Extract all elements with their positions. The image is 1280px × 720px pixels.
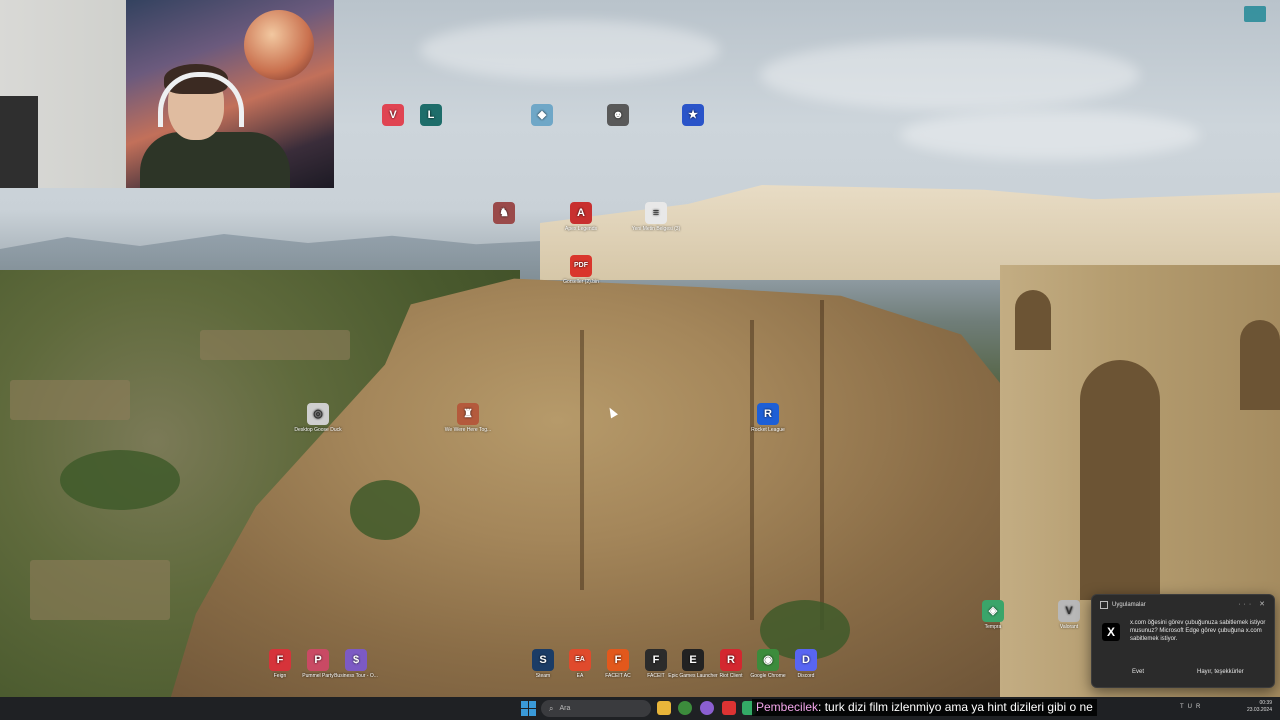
pdf-icon: PDF bbox=[570, 255, 592, 277]
app-taskbar-icon[interactable] bbox=[700, 701, 714, 715]
desktop-icon-label: Rocket League bbox=[751, 427, 785, 433]
goose-icon: ◎ bbox=[307, 403, 329, 425]
faceit-ac-icon: F bbox=[607, 649, 629, 671]
feign-icon: F bbox=[269, 649, 291, 671]
desktop-icon-label: Apex Legends bbox=[565, 226, 597, 232]
app6-icon: ♞ bbox=[493, 202, 515, 224]
valorant2-icon: V bbox=[1058, 600, 1080, 622]
cliff-crack bbox=[750, 320, 754, 620]
desktop-icon-app6[interactable]: ♞ bbox=[476, 202, 532, 226]
riot-taskbar-icon[interactable] bbox=[722, 701, 736, 715]
epic-icon: E bbox=[682, 649, 704, 671]
file-explorer-icon[interactable] bbox=[657, 701, 671, 715]
corner-app-icon[interactable] bbox=[1244, 6, 1266, 22]
desktop-icon-label: Discord bbox=[797, 673, 815, 679]
app3-icon: ◆ bbox=[531, 104, 553, 126]
desktop-icon-wethere[interactable]: ♜ We Were Here Tog... bbox=[440, 403, 496, 433]
apps-icon bbox=[1100, 601, 1108, 609]
ea-icon: EA bbox=[569, 649, 591, 671]
desktop-icon-tempra[interactable]: ◈ Tempra bbox=[965, 600, 1021, 630]
desktop-icon-pdf[interactable]: PDF Gorseller (2).bin bbox=[553, 255, 609, 285]
search-placeholder: Ara bbox=[559, 705, 571, 712]
notification-controls[interactable]: ··· ✕ bbox=[1238, 600, 1268, 608]
shrub bbox=[350, 480, 420, 540]
desktop-icon-discord[interactable]: D Discord bbox=[778, 649, 834, 679]
faceit-icon: F bbox=[645, 649, 667, 671]
desktop-icon-label: Valorant bbox=[1059, 624, 1079, 630]
pummel-icon: P bbox=[307, 649, 329, 671]
business-icon: $ bbox=[345, 649, 367, 671]
desktop-icon-business[interactable]: $ Business Tour - O... bbox=[328, 649, 384, 679]
clock[interactable]: 00:39 23.03.2024 bbox=[1247, 700, 1272, 714]
desktop-icon-valorant2[interactable]: V Valorant bbox=[1041, 600, 1097, 630]
desktop-icon-label: Gorseller (2).bin bbox=[563, 279, 599, 285]
system-tray-icons[interactable]: TUR bbox=[1180, 704, 1204, 710]
notification-body: x.com öğesini görev çubuğunuza sabitleme… bbox=[1130, 620, 1266, 642]
clock-time: 00:39 bbox=[1259, 700, 1272, 706]
desktop-icon-label: Desktop Goose Duck bbox=[294, 427, 342, 433]
valorant-icon: V bbox=[382, 104, 404, 126]
bridge-arch bbox=[1080, 360, 1160, 600]
streamer bbox=[140, 64, 290, 188]
chrome-taskbar-icon[interactable] bbox=[678, 701, 692, 715]
field bbox=[10, 380, 130, 420]
search-box[interactable]: ⌕ Ara bbox=[541, 700, 651, 717]
riot-icon: R bbox=[720, 649, 742, 671]
steam-icon: S bbox=[532, 649, 554, 671]
desktop-icon-app4[interactable]: ☻ bbox=[590, 104, 646, 128]
bridge-window bbox=[1015, 290, 1051, 350]
cloud bbox=[900, 110, 1200, 160]
clock-date: 23.03.2024 bbox=[1246, 707, 1272, 713]
desktop-icon-league[interactable]: L bbox=[403, 104, 459, 128]
desktop-icon-label: We Were Here Tog... bbox=[444, 427, 492, 433]
app5-icon: ★ bbox=[682, 104, 704, 126]
discord-icon: D bbox=[795, 649, 817, 671]
app4-icon: ☻ bbox=[607, 104, 629, 126]
chat-username: Pembecilek bbox=[756, 700, 819, 714]
streamer-torso bbox=[140, 132, 290, 188]
chat-message: : turk dizi film izlenmiyo ama ya hint d… bbox=[818, 700, 1093, 714]
tempra-icon: ◈ bbox=[982, 600, 1004, 622]
desktop-icon-app5[interactable]: ★ bbox=[665, 104, 721, 128]
desktop-icon-yeni-metin[interactable]: ≡ Yeni Metin Belgesi (3) bbox=[628, 202, 684, 232]
chat-overlay: Pembecilek: turk dizi film izlenmiyo ama… bbox=[752, 699, 1097, 716]
desktop-icon-label: Yeni Metin Belgesi (3) bbox=[631, 226, 681, 232]
chrome-icon: ◉ bbox=[757, 649, 779, 671]
apex-icon: A bbox=[570, 202, 592, 224]
notification-toast[interactable]: Uygulamalar ··· ✕ X x.com öğesini görev … bbox=[1091, 594, 1275, 688]
desktop-icon-apex[interactable]: A Apex Legends bbox=[553, 202, 609, 232]
notification-app-name: Uygulamalar bbox=[1112, 602, 1146, 608]
cliff-crack bbox=[820, 300, 824, 630]
notification-header: Uygulamalar bbox=[1100, 601, 1146, 609]
webcam-overlay bbox=[0, 0, 334, 188]
desktop-icon-app3[interactable]: ◆ bbox=[514, 104, 570, 128]
search-icon: ⌕ bbox=[549, 703, 554, 713]
cliff-crack bbox=[580, 330, 584, 590]
language-indicator[interactable]: TUR bbox=[1180, 704, 1204, 710]
bridge-window bbox=[1240, 320, 1280, 410]
field bbox=[200, 330, 350, 360]
desktop-icon-goose[interactable]: ◎ Desktop Goose Duck bbox=[290, 403, 346, 433]
cloud bbox=[760, 40, 1140, 110]
desktop-icon-label: Tempra bbox=[984, 624, 1002, 630]
x-logo-icon: X bbox=[1102, 623, 1120, 641]
door bbox=[0, 96, 38, 188]
field bbox=[30, 560, 170, 620]
accept-button[interactable]: Evet bbox=[1132, 669, 1144, 675]
start-button[interactable] bbox=[521, 701, 536, 716]
trees bbox=[60, 450, 180, 510]
cloud bbox=[420, 20, 720, 80]
desktop-icon-rocket[interactable]: R Rocket League bbox=[740, 403, 796, 433]
yeni-metin-icon: ≡ bbox=[645, 202, 667, 224]
league-icon: L bbox=[420, 104, 442, 126]
desktop-icon-label: Business Tour - O... bbox=[334, 673, 378, 679]
rocket-icon: R bbox=[757, 403, 779, 425]
decline-button[interactable]: Hayır, teşekkürler bbox=[1197, 669, 1244, 675]
wethere-icon: ♜ bbox=[457, 403, 479, 425]
